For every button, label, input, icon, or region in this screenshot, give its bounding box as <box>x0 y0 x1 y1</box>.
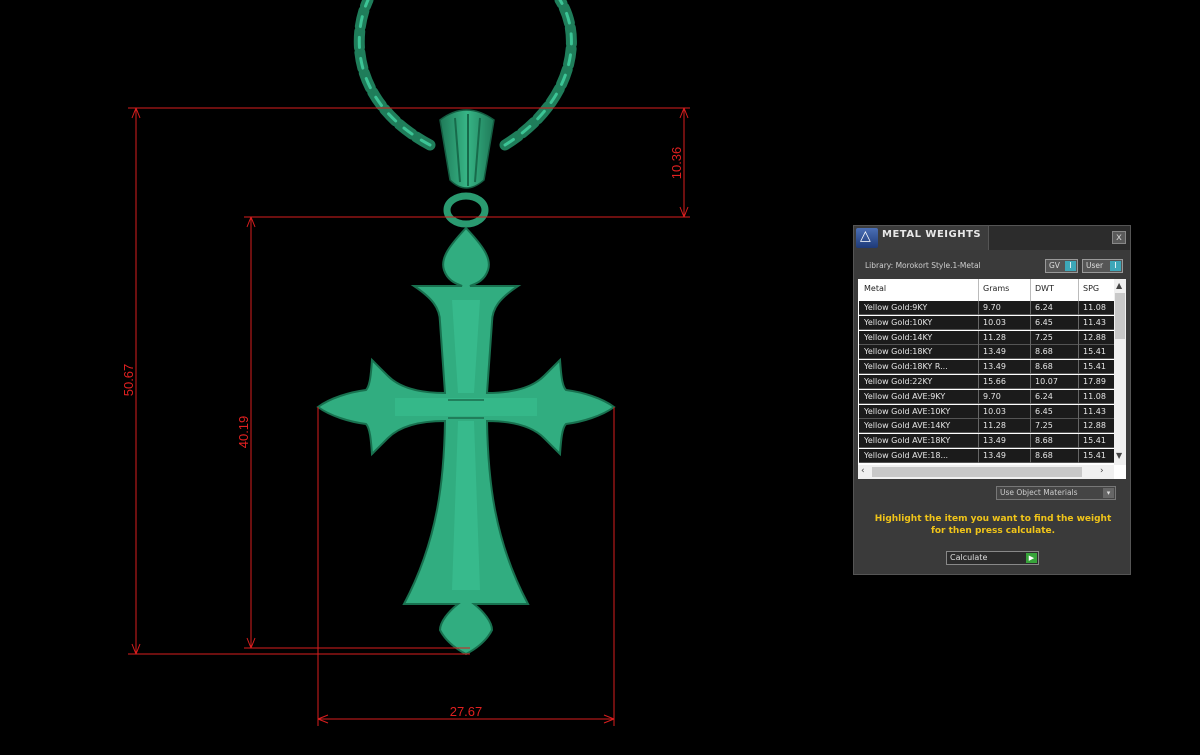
column-header-spg[interactable]: SPG <box>1083 284 1099 293</box>
cell-metal: Yellow Gold:18KY R... <box>864 362 948 372</box>
cell-grams: 9.70 <box>983 391 1001 401</box>
panel-titlebar[interactable]: △ METAL WEIGHTS x <box>854 226 1130 250</box>
library-label: Library: Morokort Style.1-Metal <box>865 261 981 270</box>
cell-grams: 10.03 <box>983 317 1006 327</box>
cell-metal: Yellow Gold AVE:10KY <box>864 406 951 416</box>
dim-total-height: 50.67 <box>121 364 136 397</box>
dim-cross-height: 40.19 <box>236 416 251 449</box>
cell-dwt: 10.07 <box>1035 377 1058 386</box>
cell-dwt: 8.68 <box>1035 451 1053 460</box>
column-header-grams[interactable]: Grams <box>983 284 1009 293</box>
column-header-dwt[interactable]: DWT <box>1035 284 1054 293</box>
cell-dwt: 8.68 <box>1035 347 1053 357</box>
cell-metal: Yellow Gold:9KY <box>864 303 928 312</box>
materials-dropdown[interactable]: Use Object Materials ▾ <box>996 486 1116 500</box>
cell-grams: 13.49 <box>983 436 1006 446</box>
cell-grams: 10.03 <box>983 406 1006 416</box>
scroll-down-icon[interactable]: ▼ <box>1116 451 1122 460</box>
metal-table: Metal Grams DWT SPG Yellow Gold:9KY 9.70 6… <box>858 279 1126 479</box>
cell-grams: 13.49 <box>983 451 1006 460</box>
table-row[interactable]: Yellow Gold AVE:18... 13.49 8.68 15.41 <box>859 449 1114 463</box>
app-logo-icon: △ <box>856 228 878 248</box>
calculate-button[interactable]: Calculate ▶ <box>946 551 1039 565</box>
cell-spg: 15.41 <box>1083 436 1106 446</box>
scroll-left-icon[interactable]: ‹ <box>861 466 865 476</box>
horizontal-scrollbar[interactable]: ‹ › <box>858 465 1114 479</box>
cell-dwt: 8.68 <box>1035 362 1053 372</box>
cell-grams: 15.66 <box>983 377 1006 386</box>
chevron-down-icon: ▾ <box>1103 488 1114 498</box>
panel-title-tab[interactable]: △ METAL WEIGHTS <box>854 226 989 250</box>
table-row[interactable]: Yellow Gold:18KY R... 13.49 8.68 15.41 <box>859 360 1114 375</box>
cell-dwt: 7.25 <box>1035 332 1053 342</box>
cell-metal: Yellow Gold AVE:9KY <box>864 391 946 401</box>
table-row[interactable]: Yellow Gold AVE:9KY 9.70 6.24 11.08 <box>859 389 1114 404</box>
cell-metal: Yellow Gold:18KY <box>864 347 933 357</box>
cell-metal: Yellow Gold:10KY <box>864 317 933 327</box>
user-toggle[interactable]: User I <box>1082 259 1123 273</box>
horizontal-scroll-thumb[interactable] <box>872 467 1082 477</box>
cell-metal: Yellow Gold AVE:14KY <box>864 421 951 431</box>
metal-weights-panel: △ METAL WEIGHTS x Library: Morokort Styl… <box>853 225 1131 575</box>
cell-spg: 15.41 <box>1083 347 1106 357</box>
gv-toggle[interactable]: GV I <box>1045 259 1078 273</box>
cell-grams: 11.28 <box>983 332 1006 342</box>
cell-grams: 13.49 <box>983 347 1006 357</box>
jump-ring <box>443 192 489 228</box>
materials-dropdown-value: Use Object Materials <box>1000 488 1078 497</box>
cell-spg: 11.43 <box>1083 406 1106 416</box>
table-row[interactable]: Yellow Gold:9KY 9.70 6.24 11.08 <box>859 301 1114 315</box>
cell-metal: Yellow Gold:22KY <box>864 377 933 386</box>
cell-spg: 11.43 <box>1083 317 1106 327</box>
cell-grams: 11.28 <box>983 421 1006 431</box>
table-row[interactable]: Yellow Gold:22KY 15.66 10.07 17.89 <box>859 375 1114 389</box>
scroll-right-icon[interactable]: › <box>1100 466 1104 476</box>
table-header: Metal Grams DWT SPG <box>858 279 1114 301</box>
cell-dwt: 6.45 <box>1035 317 1053 327</box>
cell-dwt: 6.24 <box>1035 303 1053 312</box>
user-toggle-knob: I <box>1110 261 1121 271</box>
play-arrow-icon: ▶ <box>1026 553 1037 563</box>
cell-metal: Yellow Gold:14KY <box>864 332 933 342</box>
cell-metal: Yellow Gold AVE:18... <box>864 451 949 460</box>
close-button[interactable]: x <box>1112 231 1126 244</box>
cell-spg: 12.88 <box>1083 421 1106 431</box>
panel-title: METAL WEIGHTS <box>882 229 982 240</box>
table-row[interactable]: Yellow Gold:18KY 13.49 8.68 15.41 <box>859 345 1114 360</box>
cell-spg: 11.08 <box>1083 391 1106 401</box>
instructions-line-1: Highlight the item you want to find the … <box>874 514 1112 524</box>
table-row[interactable]: Yellow Gold:14KY 11.28 7.25 12.88 <box>859 330 1114 345</box>
gv-toggle-knob: I <box>1065 261 1076 271</box>
instructions-line-2: for then press calculate. <box>930 526 1056 536</box>
cell-grams: 13.49 <box>983 362 1006 372</box>
cell-spg: 15.41 <box>1083 451 1106 460</box>
user-toggle-label: User <box>1086 261 1104 270</box>
cell-spg: 15.41 <box>1083 362 1106 372</box>
table-row[interactable]: Yellow Gold AVE:18KY 13.49 8.68 15.41 <box>859 434 1114 449</box>
cell-grams: 9.70 <box>983 303 1001 312</box>
instructions-text: Highlight the item you want to find the … <box>864 513 1122 537</box>
table-body: Yellow Gold:9KY 9.70 6.24 11.08 Yellow Gold:… <box>859 301 1114 463</box>
cell-spg: 12.88 <box>1083 332 1106 342</box>
table-row[interactable]: Yellow Gold:10KY 10.03 6.45 11.43 <box>859 315 1114 330</box>
cell-spg: 17.89 <box>1083 377 1106 386</box>
dim-bail-height: 10.36 <box>669 147 684 180</box>
vertical-scrollbar[interactable]: ▲ ▼ <box>1114 279 1126 465</box>
calculate-button-label: Calculate <box>950 553 988 562</box>
cell-spg: 11.08 <box>1083 303 1106 312</box>
gv-toggle-label: GV <box>1049 261 1060 270</box>
cell-dwt: 8.68 <box>1035 436 1053 446</box>
cell-dwt: 6.45 <box>1035 406 1053 416</box>
table-row[interactable]: Yellow Gold AVE:14KY 11.28 7.25 12.88 <box>859 419 1114 434</box>
cell-metal: Yellow Gold AVE:18KY <box>864 436 951 446</box>
cell-dwt: 6.24 <box>1035 391 1053 401</box>
table-row[interactable]: Yellow Gold AVE:10KY 10.03 6.45 11.43 <box>859 404 1114 419</box>
scroll-up-icon[interactable]: ▲ <box>1116 281 1122 290</box>
vertical-scroll-thumb[interactable] <box>1115 293 1125 339</box>
column-header-metal[interactable]: Metal <box>864 284 886 293</box>
dim-cross-width: 27.67 <box>450 704 483 719</box>
cell-dwt: 7.25 <box>1035 421 1053 431</box>
